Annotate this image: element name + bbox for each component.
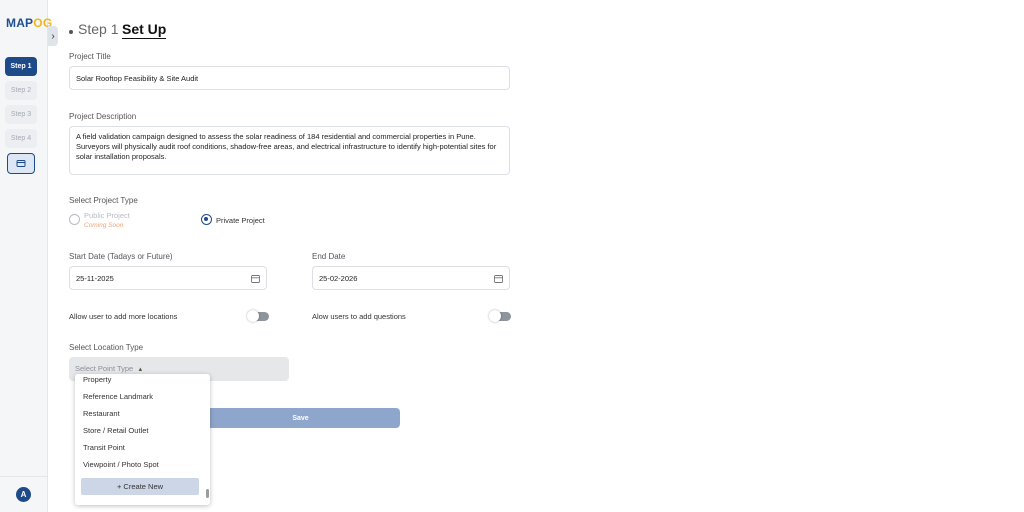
caret-up-icon: ▲	[137, 367, 144, 373]
project-type-label: Select Project Type	[69, 196, 138, 205]
allow-questions-label: Alow users to add questions	[312, 312, 406, 321]
end-date-label: End Date	[312, 252, 346, 261]
map-icon	[16, 160, 26, 167]
allow-locations-toggle[interactable]	[247, 310, 269, 322]
calendar-icon[interactable]	[494, 274, 503, 283]
project-description-textarea[interactable]: A field validation campaign designed to …	[69, 126, 510, 175]
project-description-label: Project Description	[69, 112, 137, 121]
end-date-value: 25-02-2026	[319, 274, 358, 283]
page-title: Set Up	[122, 21, 167, 39]
public-project-radio[interactable]	[69, 214, 80, 225]
public-project-label: Public Project	[84, 211, 130, 220]
sidebar-step-4-button[interactable]: Step 4	[5, 129, 37, 148]
dropdown-option[interactable]: Transit Point	[83, 443, 125, 452]
sidebar-step-2-button[interactable]: Step 2	[5, 81, 37, 100]
allow-locations-label: Allow user to add more locations	[69, 312, 178, 321]
sidebar-divider	[0, 476, 48, 477]
location-type-placeholder: Select Point Type	[75, 364, 134, 373]
dropdown-scrollbar[interactable]	[206, 377, 209, 502]
save-button[interactable]: Save	[201, 408, 400, 428]
project-title-input[interactable]: Solar Rooftop Feasibility & Site Audit	[69, 66, 510, 90]
header-step: Step 1	[78, 21, 119, 37]
start-date-label: Start Date (Tadays or Future)	[69, 252, 173, 261]
map-button[interactable]	[7, 153, 35, 174]
user-avatar[interactable]: A	[16, 487, 31, 502]
private-project-radio[interactable]	[201, 214, 212, 225]
main-content: Step 1 Set Up Project Title Solar Roofto…	[58, 0, 1024, 512]
start-date-value: 25-11-2025	[76, 274, 114, 283]
app-logo: MAPOG	[6, 16, 53, 30]
dropdown-option[interactable]: Reference Landmark	[83, 392, 153, 401]
project-title-label: Project Title	[69, 52, 111, 61]
sidebar-step-3-button[interactable]: Step 3	[5, 105, 37, 124]
header-bullet	[69, 30, 73, 34]
sidebar-step-1-button[interactable]: Step 1	[5, 57, 37, 76]
location-type-dropdown: Property Reference Landmark Restaurant S…	[75, 374, 210, 505]
coming-soon-note: Coming Soon	[84, 222, 124, 229]
create-new-button[interactable]: + Create New	[81, 478, 199, 495]
calendar-icon[interactable]	[251, 274, 260, 283]
dropdown-option[interactable]: Restaurant	[83, 409, 120, 418]
dropdown-scroll-thumb[interactable]	[206, 489, 209, 498]
dropdown-option[interactable]: Property	[83, 375, 111, 384]
sidebar-toggle-button[interactable]: ›	[48, 26, 58, 46]
dropdown-option[interactable]: Store / Retail Outlet	[83, 426, 148, 435]
private-project-label: Private Project	[216, 216, 265, 225]
dropdown-option[interactable]: Viewpoint / Photo Spot	[83, 460, 159, 469]
sidebar: MAPOG Step 1 Step 2 Step 3 Step 4 A	[0, 0, 52, 512]
chevron-right-icon: ›	[51, 30, 55, 42]
allow-questions-toggle[interactable]	[489, 310, 511, 322]
start-date-input[interactable]: 25-11-2025	[69, 266, 267, 290]
end-date-input[interactable]: 25-02-2026	[312, 266, 510, 290]
location-type-label: Select Location Type	[69, 343, 144, 352]
